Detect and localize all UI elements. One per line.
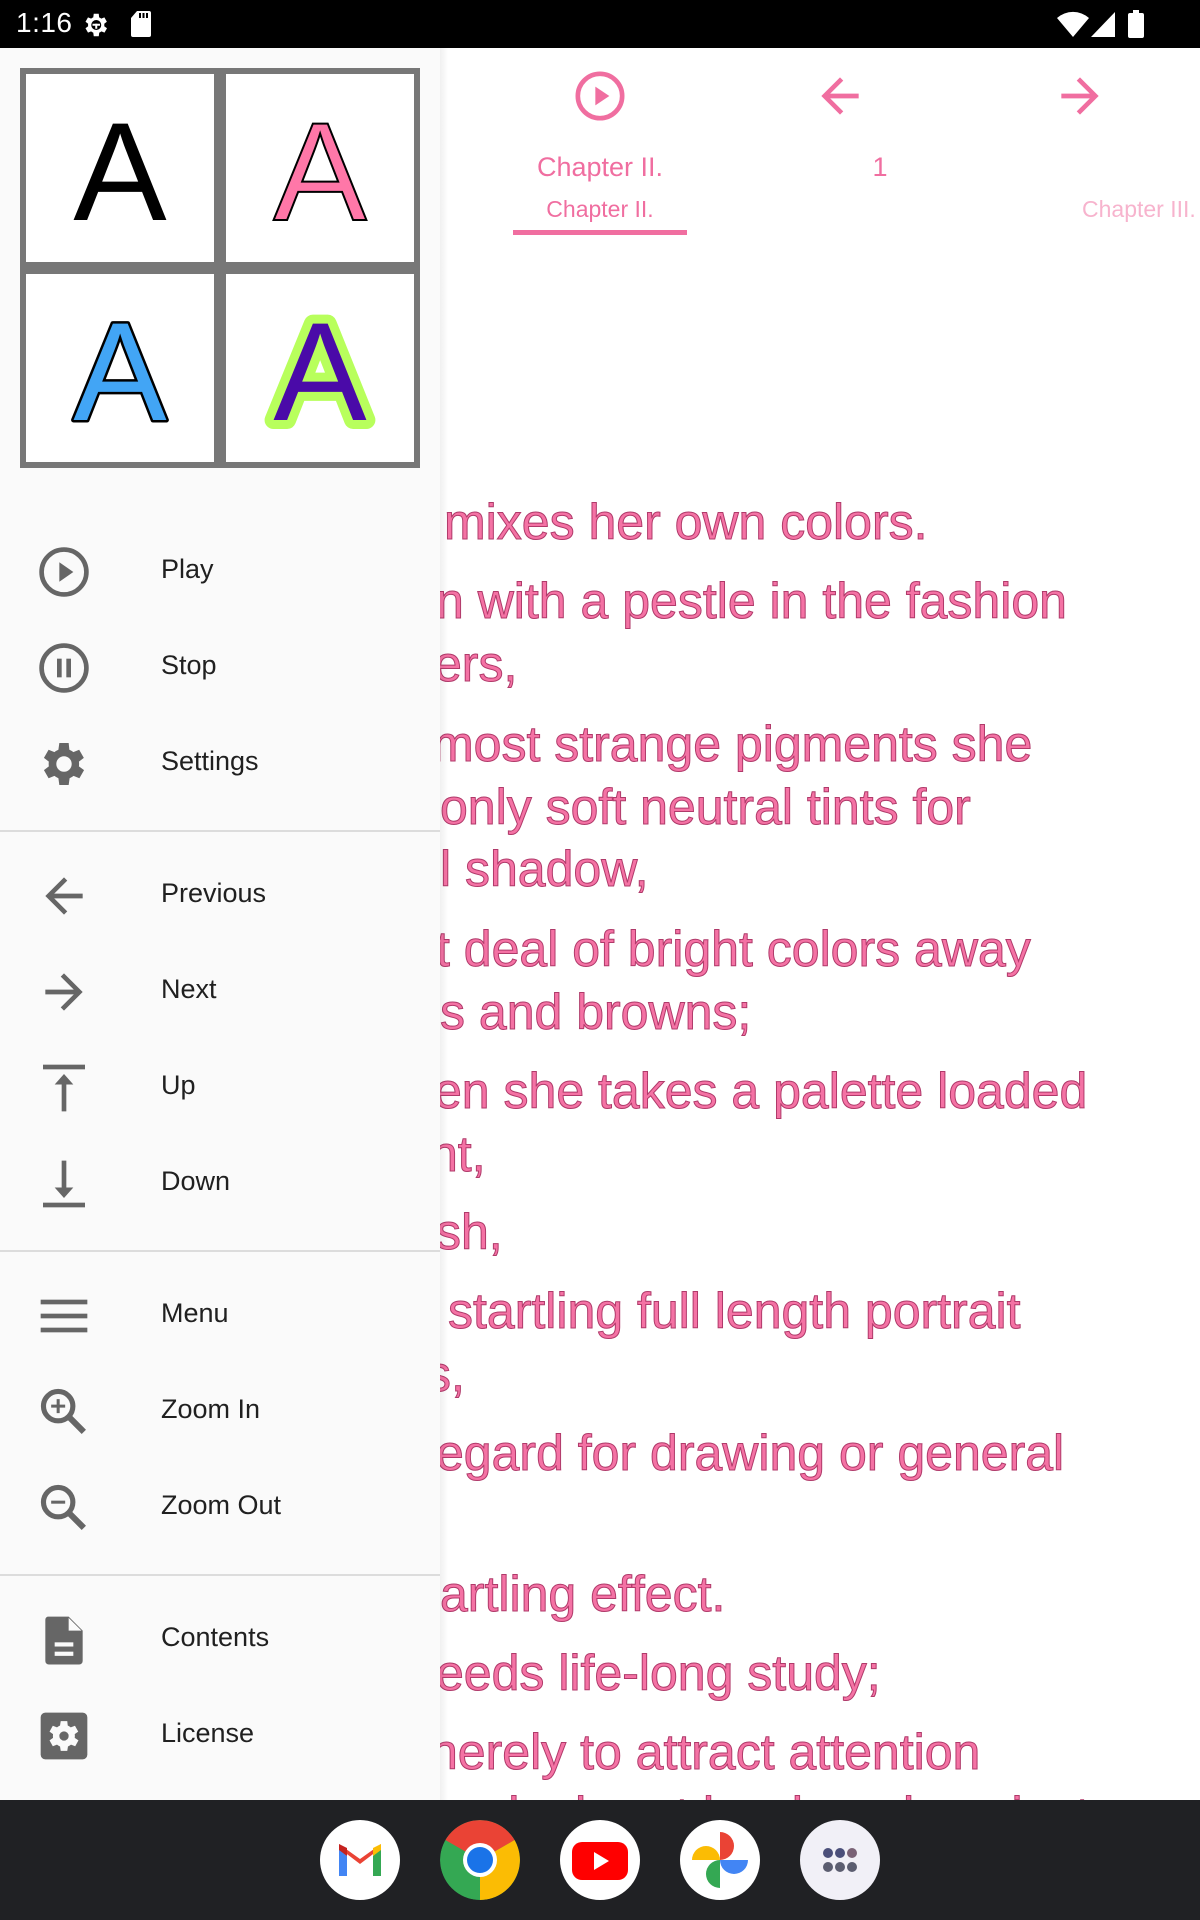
settings-box-icon (40, 1712, 88, 1760)
text-line: herely to attract attention (429, 1724, 981, 1781)
arrow-left-icon (45, 877, 83, 915)
menu-item-play[interactable]: Play (0, 524, 440, 620)
svg-text:A: A (73, 93, 167, 250)
arrow-down-to-line-icon (43, 1160, 85, 1208)
font-style-black[interactable]: A (26, 74, 214, 262)
settings-gear-icon (85, 13, 107, 37)
menu-item-zoom-out[interactable]: Zoom Out (0, 1460, 440, 1556)
youtube-app-icon[interactable] (560, 1820, 640, 1900)
battery-icon (1128, 10, 1144, 38)
pause-circle-icon (39, 643, 89, 693)
sd-card-icon (131, 11, 151, 37)
drawer-shadow (440, 48, 448, 1800)
menu-item-label: Zoom Out (161, 1490, 282, 1520)
menu-item-stop[interactable]: Stop (0, 620, 440, 716)
arrow-right-icon[interactable] (1052, 68, 1108, 124)
menu-item-contents[interactable]: Contents (0, 1592, 440, 1688)
tab-title: Chapter II. (536, 152, 664, 182)
menu-item-label: Play (161, 554, 214, 584)
font-style-pink-outline[interactable]: A (226, 74, 414, 262)
text-line: en she takes a palette loaded (433, 1063, 1088, 1120)
app-drawer-icon[interactable] (800, 1820, 880, 1900)
text-line: mixes her own colors. (444, 494, 928, 551)
tab-next-chapter[interactable]: Chapter III. (960, 48, 1200, 248)
text-line: n with a pestle in the fashion (436, 573, 1068, 630)
text-line: and a heart hardened against (435, 1784, 1089, 1801)
menu-item-label: Down (161, 1166, 231, 1196)
menu-item-menu[interactable]: Menu (0, 1268, 440, 1364)
tab-subtitle: Chapter II. (546, 196, 654, 222)
menu-divider (0, 1574, 440, 1576)
letter-a-purple-icon: A (264, 284, 376, 459)
text-line: only soft neutral tints for (440, 779, 972, 836)
zoom-out-icon (40, 1484, 86, 1530)
menu-item-label: Menu (161, 1298, 229, 1328)
status-time: 1:16 (16, 7, 73, 38)
chrome-app-icon[interactable] (440, 1820, 520, 1900)
tab-current-chapter[interactable]: Chapter II. Chapter II. (480, 48, 720, 248)
text-line: l shadow, (439, 841, 649, 898)
text-line: egard for drawing or general (435, 1425, 1065, 1482)
menu-item-label: Stop (161, 650, 217, 680)
font-style-purple-glow[interactable]: A (226, 274, 414, 462)
menu-item-label: Zoom In (161, 1394, 261, 1424)
menu-item-label: Up (161, 1070, 196, 1100)
font-style-grid: A A A A (20, 68, 420, 468)
app-dock (0, 1800, 1200, 1920)
menu-item-next[interactable]: Next (0, 944, 440, 1040)
text-line: startling full length portrait (448, 1283, 1022, 1340)
text-line: s and browns; (439, 984, 752, 1041)
wifi-icon (1057, 11, 1089, 38)
menu-item-label: Contents (161, 1622, 270, 1652)
zoom-in-icon (40, 1388, 86, 1434)
text-line: most strange pigments she (431, 716, 1033, 773)
menu-item-down[interactable]: Down (0, 1136, 440, 1232)
gear-icon (43, 743, 85, 785)
font-style-blue-outline[interactable]: A (26, 274, 214, 462)
letter-a-blue-icon: A (71, 291, 170, 453)
text-line: artling effect. (439, 1566, 726, 1623)
tab-page[interactable]: 1 (720, 48, 960, 248)
svg-text:A: A (73, 293, 167, 450)
svg-text:A: A (273, 293, 367, 450)
selected-tab-indicator (513, 230, 687, 235)
arrow-up-to-line-icon (43, 1064, 85, 1112)
text-line: eeds life-long study; (436, 1645, 882, 1702)
cell-signal-icon (1091, 12, 1115, 37)
menu-item-label: Next (161, 974, 217, 1004)
document-icon (45, 1616, 83, 1665)
navigation-drawer: A A A A Play Stop Settings Previous Next… (0, 48, 440, 1800)
menu-item-label: License (161, 1718, 255, 1748)
hamburger-menu-icon (40, 1299, 88, 1333)
svg-text:A: A (273, 93, 367, 250)
menu-divider (0, 1250, 440, 1252)
menu-item-label: Settings (161, 746, 259, 776)
play-circle-icon[interactable] (572, 68, 628, 124)
menu-item-up[interactable]: Up (0, 1040, 440, 1136)
status-bar: 1:16 (0, 0, 1200, 48)
menu-item-label: Previous (161, 878, 267, 908)
letter-a-black-icon: A (73, 93, 167, 250)
arrow-left-icon[interactable] (812, 68, 868, 124)
letter-a-pink-icon: A (272, 92, 368, 251)
arrow-right-icon (45, 973, 83, 1011)
play-circle-icon (39, 547, 89, 597)
menu-item-previous[interactable]: Previous (0, 848, 440, 944)
text-line: t deal of bright colors away (436, 921, 1032, 978)
menu-item-settings[interactable]: Settings (0, 716, 440, 812)
menu-divider (0, 830, 440, 832)
gmail-app-icon[interactable] (320, 1820, 400, 1900)
menu-item-zoom-in[interactable]: Zoom In (0, 1364, 440, 1460)
menu-item-license[interactable]: License (0, 1688, 440, 1784)
photos-app-icon[interactable] (680, 1820, 760, 1900)
tab-subtitle: Chapter III. (1082, 196, 1196, 222)
